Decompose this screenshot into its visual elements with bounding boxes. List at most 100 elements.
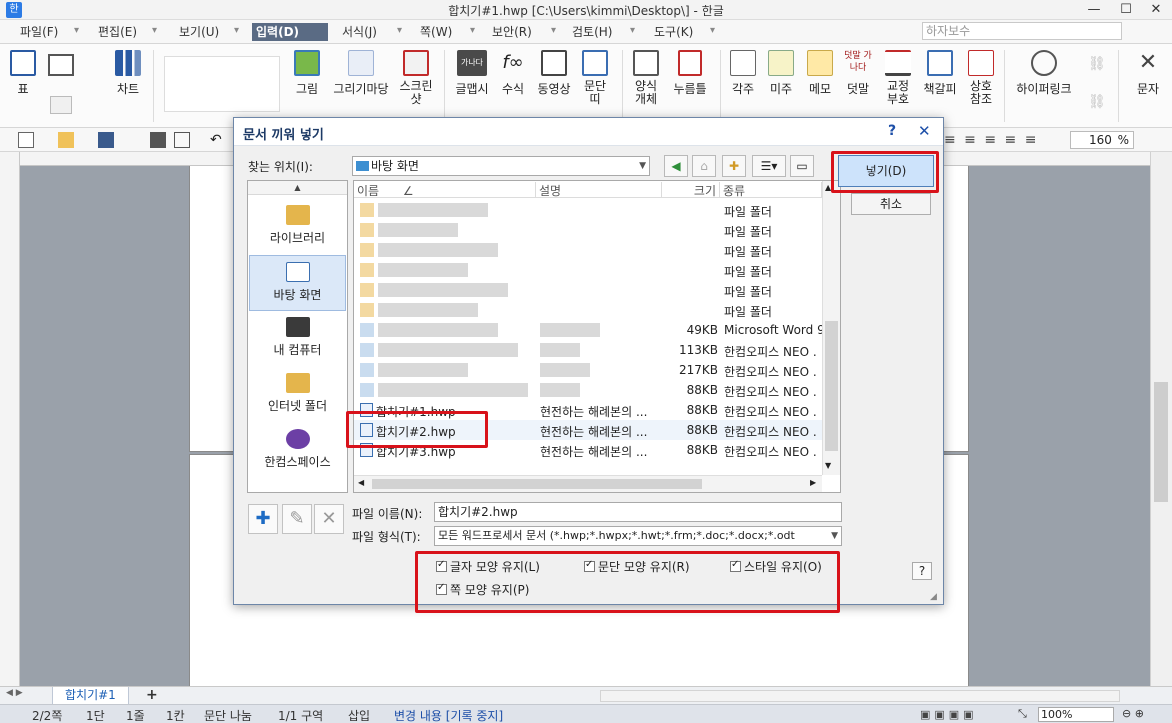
status-page[interactable]: 2/2쪽 xyxy=(32,707,62,723)
formula-button[interactable]: f∞ 수식 xyxy=(498,50,528,97)
menu-dropdown-icon[interactable]: ▾ xyxy=(710,25,715,36)
scrollbar-thumb[interactable] xyxy=(1154,382,1168,502)
open-folder-icon[interactable] xyxy=(58,132,74,148)
menu-review[interactable]: 검토(H) xyxy=(568,23,616,41)
preview-icon[interactable] xyxy=(174,132,190,148)
form-object-button[interactable]: 양식 개체 xyxy=(630,50,662,106)
column-name[interactable]: 이름 ∠ xyxy=(354,182,536,198)
up-folder-button[interactable]: ⌂ xyxy=(692,155,716,177)
footnote-button[interactable]: 각주 xyxy=(728,50,758,97)
zoom-controls-icon[interactable]: ⊖ ⊕ xyxy=(1122,707,1144,720)
menu-dropdown-icon[interactable]: ▾ xyxy=(551,25,556,36)
file-row[interactable]: 88KB 한컴오피스 NEO . xyxy=(354,380,822,400)
status-track-changes[interactable]: 변경 내용 [기록 중지] xyxy=(394,707,503,723)
column-size[interactable]: 크기 xyxy=(662,182,720,198)
add-place-button[interactable]: ✚ xyxy=(248,504,278,534)
save-icon[interactable] xyxy=(98,132,114,148)
menu-file[interactable]: 파일(F) xyxy=(16,23,62,41)
menu-input[interactable]: 입력(D) xyxy=(252,23,328,41)
proofreading-button[interactable]: 교정 부호 xyxy=(882,50,914,106)
undo-icon[interactable]: ↶ xyxy=(210,132,226,148)
file-list-vscroll[interactable]: ▲ ▼ xyxy=(822,181,840,475)
screenshot-button[interactable]: 스크린 샷 xyxy=(396,50,436,106)
scrollbar-thumb[interactable] xyxy=(825,321,838,451)
view-mode-icons[interactable]: ▣▣▣▣ xyxy=(920,708,1010,721)
cancel-button[interactable]: 취소 xyxy=(851,193,931,215)
edit-place-button[interactable]: ✎ xyxy=(282,504,312,534)
zoom-fit-icon[interactable]: ⤡ xyxy=(1018,707,1027,721)
horizontal-scrollbar[interactable] xyxy=(600,690,1120,702)
menu-dropdown-icon[interactable]: ▾ xyxy=(397,25,402,36)
file-row[interactable]: 49KB Microsoft Word 97 xyxy=(354,320,822,340)
zoom-input[interactable]: 160 % xyxy=(1070,131,1134,149)
glyph-button[interactable]: 가나다 글맵시 xyxy=(452,50,492,97)
crossref-button[interactable]: 상호 참조 xyxy=(964,50,998,106)
scroll-right-icon[interactable]: ▶ xyxy=(810,478,816,487)
menu-security[interactable]: 보안(R) xyxy=(488,23,536,41)
menu-page[interactable]: 쪽(W) xyxy=(416,23,456,41)
file-row[interactable]: 파일 폴더 xyxy=(354,220,822,240)
menu-dropdown-icon[interactable]: ▾ xyxy=(630,25,635,36)
status-zoom-select[interactable]: 100% xyxy=(1038,707,1114,722)
menu-format[interactable]: 서식(J) xyxy=(338,23,381,41)
file-row[interactable]: 217KB 한컴오피스 NEO . xyxy=(354,360,822,380)
search-input[interactable]: 하자보수 xyxy=(922,22,1122,40)
menu-view[interactable]: 보기(U) xyxy=(175,23,223,41)
menu-dropdown-icon[interactable]: ▾ xyxy=(152,25,157,36)
filetype-select[interactable]: 모든 워드프로세서 문서 (*.hwp;*.hwpx;*.hwt;*.frm;*… xyxy=(434,526,842,546)
status-mode[interactable]: 삽입 xyxy=(348,707,370,723)
scroll-down-icon[interactable]: ▼ xyxy=(825,461,831,470)
endnote-button[interactable]: 미주 xyxy=(766,50,796,97)
align-icons[interactable]: ≡ ≡ ≡ ≡ ≡ xyxy=(944,132,1054,148)
place-my-computer[interactable]: 내 컴퓨터 xyxy=(249,311,346,367)
annotation-button[interactable]: 덧말 가나다 덧말 xyxy=(842,50,874,97)
video-button[interactable]: 동영상 xyxy=(534,50,574,97)
tab-document[interactable]: 합치기#1 xyxy=(52,687,129,705)
place-hancom-space[interactable]: 한컴스페이스 xyxy=(249,423,346,479)
add-tab-button[interactable]: + xyxy=(146,687,158,703)
menu-dropdown-icon[interactable]: ▾ xyxy=(234,25,239,36)
clipart-button[interactable]: 그리기마당 xyxy=(330,50,392,97)
menu-dropdown-icon[interactable]: ▾ xyxy=(470,25,475,36)
paragraph-band-button[interactable]: 문단 띠 xyxy=(580,50,610,106)
minimize-button[interactable]: — xyxy=(1078,0,1110,20)
preview-button[interactable]: ▭ xyxy=(790,155,814,177)
options-help-button[interactable]: ? xyxy=(912,562,932,580)
delete-place-button[interactable]: ✕ xyxy=(314,504,344,534)
file-list-hscroll[interactable]: ◀ ▶ xyxy=(354,475,822,492)
filename-input[interactable]: 합치기#2.hwp xyxy=(434,502,842,522)
textbox-button[interactable]: ✕ 문자 xyxy=(1130,50,1166,97)
memo-button[interactable]: 메모 xyxy=(805,50,835,97)
file-row[interactable]: 파일 폴더 xyxy=(354,280,822,300)
table-button[interactable]: 표 xyxy=(8,50,38,97)
file-row[interactable]: 파일 폴더 xyxy=(354,300,822,320)
close-window-button[interactable]: ✕ xyxy=(1140,0,1172,20)
menu-tools[interactable]: 도구(K) xyxy=(650,23,697,41)
back-button[interactable]: ◀ xyxy=(664,155,688,177)
location-select[interactable]: 바탕 화면 ▼ xyxy=(352,156,650,176)
menu-dropdown-icon[interactable]: ▾ xyxy=(74,25,79,36)
new-folder-button[interactable]: ✚ xyxy=(722,155,746,177)
column-type[interactable]: 종류 xyxy=(720,182,822,198)
chart-button[interactable]: 차트 xyxy=(110,50,146,97)
place-library[interactable]: 라이브러리 xyxy=(249,199,346,255)
picture-button[interactable]: 그림 xyxy=(288,50,326,97)
place-internet-folder[interactable]: 인터넷 폴더 xyxy=(249,367,346,423)
help-button[interactable]: ? xyxy=(888,123,896,139)
scrollbar-thumb[interactable] xyxy=(372,479,702,489)
print-icon[interactable] xyxy=(150,132,166,148)
vertical-scrollbar[interactable] xyxy=(1150,152,1172,686)
place-desktop[interactable]: 바탕 화면 xyxy=(249,255,346,311)
tab-scroll-left-icon[interactable]: ◀ ▶ xyxy=(6,688,23,698)
places-scroll-up-icon[interactable]: ▲ xyxy=(248,181,347,195)
shapes-gallery[interactable] xyxy=(164,56,280,112)
table-grid-icon[interactable] xyxy=(50,96,72,114)
resize-grip-icon[interactable]: ◢ xyxy=(930,592,937,602)
hyperlink-button[interactable]: 하이퍼링크 xyxy=(1012,50,1076,97)
bookmark-button[interactable]: 책갈피 xyxy=(918,50,962,97)
menu-edit[interactable]: 편집(E) xyxy=(94,23,141,41)
dialog-close-button[interactable]: ✕ xyxy=(918,122,931,140)
pushpin-field-button[interactable]: 누름틀 xyxy=(668,50,712,97)
file-row[interactable]: 파일 폴더 xyxy=(354,200,822,220)
maximize-button[interactable]: ☐ xyxy=(1110,0,1142,20)
